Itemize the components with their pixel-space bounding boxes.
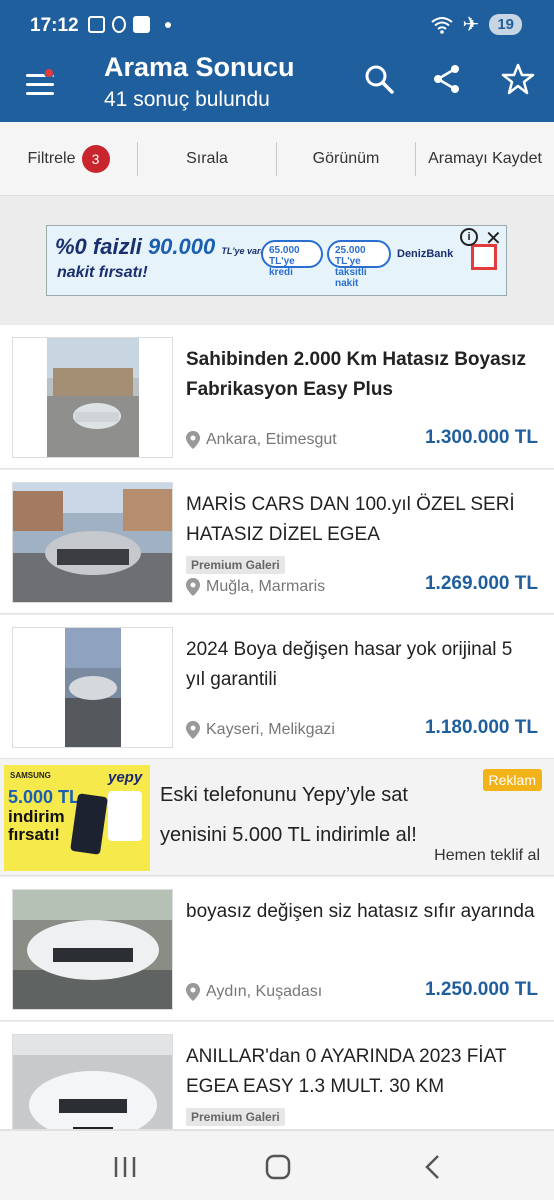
listing-location-text: Aydın, Kuşadası [206, 983, 323, 1000]
listing-title: 2024 Boya değişen hasar yok orijinal 5 y… [186, 639, 513, 690]
status-time: 17:12 [30, 15, 79, 36]
view-button[interactable]: Görünüm [277, 122, 415, 196]
promo-image: SAMSUNG yepy 5.000 TL indirim fırsatı! [4, 765, 150, 871]
dot-icon [165, 21, 171, 28]
listing-price: 1.180.000 TL [424, 717, 538, 738]
listing-price: 1.300.000 TL [424, 427, 538, 448]
filter-label: Filtrele [27, 150, 76, 167]
page-title: Arama Sonucu [104, 52, 295, 82]
star-icon[interactable] [501, 62, 535, 96]
save-search-button[interactable]: Aramayı Kaydet [416, 122, 554, 196]
recent-apps-icon[interactable] [110, 1153, 140, 1181]
notification-dot-icon [44, 68, 54, 78]
car-photo-icon [47, 338, 139, 457]
airplane-icon: ✈ [462, 13, 480, 36]
wifi-icon [430, 16, 453, 34]
listing-title: Sahibinden 2.000 Km Hatasız Boyasız Fabr… [186, 349, 527, 400]
battery-indicator: 19 [489, 14, 522, 35]
listing-item[interactable]: 2024 Boya değişen hasar yok orijinal 5 y… [0, 615, 554, 759]
home-icon[interactable] [263, 1153, 293, 1181]
status-notification-icons [88, 16, 171, 33]
listing-item[interactable]: MARİS CARS DAN 100.yıl ÖZEL SERİ HATASIZ… [0, 470, 554, 614]
listing-item[interactable]: boyasız değişen siz hatasız sıfır ayarın… [0, 877, 554, 1021]
listing-location-text: Kayseri, Melikgazi [206, 721, 335, 738]
listing-thumbnail [12, 627, 173, 748]
save-search-label: Aramayı Kaydet [428, 150, 542, 167]
listing-title: ANILLAR'dan 0 AYARINDA 2023 FİAT EGEA EA… [186, 1046, 507, 1097]
premium-badge: Premium Galeri [186, 556, 285, 574]
screenshot-icon [88, 16, 105, 33]
listing-thumbnail [12, 337, 173, 458]
listing-price: 1.250.000 TL [424, 979, 538, 1000]
info-icon[interactable]: i [460, 228, 478, 246]
promo-brand: SAMSUNG [10, 771, 51, 780]
share-icon[interactable] [430, 62, 464, 96]
search-icon[interactable] [362, 62, 396, 96]
location-pin-icon [186, 578, 200, 596]
filter-bar: Filtrele 3 Sırala Görünüm Aramayı Kaydet [0, 122, 554, 196]
opera-icon [112, 16, 126, 33]
ad-prefix: %0 faizli [55, 234, 142, 259]
car-photo-icon [13, 890, 172, 1009]
ad-pill-cash: 25.000 TL'ye taksitli nakit [327, 240, 391, 289]
promo-amount: 5.000 TL [8, 787, 81, 807]
listing-location: Muğla, Marmaris [186, 578, 325, 596]
listing-title: MARİS CARS DAN 100.yıl ÖZEL SERİ HATASIZ… [186, 494, 515, 545]
location-pin-icon [186, 431, 200, 449]
app-header: 17:12 ✈ 19 Arama Sonucu 41 sonuç bulundu [0, 0, 554, 122]
listing-title: boyasız değişen siz hatasız sıfır ayarın… [186, 901, 535, 922]
ad-amount: 90.000 [147, 234, 216, 259]
ad-banner[interactable]: %0 faizli 90.000 TL'ye varan nakit fırsa… [46, 225, 507, 296]
close-icon[interactable]: ✕ [485, 226, 502, 251]
location-pin-icon [186, 721, 200, 739]
ad-subline: nakit fırsatı! [57, 264, 148, 281]
check-icon [133, 16, 150, 33]
listing-location-text: Ankara, Etimesgut [206, 431, 337, 448]
car-photo-icon [65, 628, 121, 747]
location-pin-icon [186, 983, 200, 1001]
view-label: Görünüm [312, 150, 380, 167]
ad-bank-name: DenizBank [397, 248, 454, 260]
sponsored-item[interactable]: SAMSUNG yepy 5.000 TL indirim fırsatı! E… [0, 759, 554, 876]
listing-location: Aydın, Kuşadası [186, 983, 322, 1001]
filter-button[interactable]: Filtrele 3 [0, 122, 137, 196]
listing-price: 1.269.000 TL [424, 573, 538, 594]
system-nav-bar [0, 1130, 554, 1200]
car-photo-icon [13, 1035, 172, 1129]
listing-thumbnail [12, 889, 173, 1010]
ad-headline: %0 faizli 90.000 TL'ye varan [55, 234, 271, 260]
result-count: 41 sonuç bulundu [104, 88, 270, 111]
status-bar: 17:12 ✈ 19 [0, 0, 554, 52]
back-icon[interactable] [418, 1153, 448, 1181]
premium-badge: Premium Galeri [186, 1108, 285, 1126]
promo-text: Eski telefonunu Yepy’yle sat yenisini 5.… [160, 784, 417, 846]
listing-item[interactable]: ANILLAR'dan 0 AYARINDA 2023 FİAT EGEA EA… [0, 1022, 554, 1130]
phone-icon [70, 793, 108, 855]
promo-cta[interactable]: Hemen teklif al [434, 847, 540, 865]
listing-location: Kayseri, Melikgazi [186, 721, 335, 739]
listing-location-text: Muğla, Marmaris [206, 578, 326, 595]
listing-location: Ankara, Etimesgut [186, 431, 337, 449]
ad-pill-credit: 65.000 TL'ye kredi [261, 240, 323, 278]
listing-thumbnail [12, 1034, 173, 1129]
ad-tag: Reklam [482, 769, 542, 791]
phone-screen-icon [108, 791, 142, 841]
promo-logo: yepy [108, 769, 143, 786]
promo-line2: indirim [8, 807, 65, 826]
promo-line3: fırsatı! [8, 825, 60, 844]
listing-thumbnail [12, 482, 173, 603]
menu-icon[interactable] [26, 68, 56, 98]
listing-item[interactable]: Sahibinden 2.000 Km Hatasız Boyasız Fabr… [0, 325, 554, 469]
sort-label: Sırala [186, 150, 228, 167]
sort-button[interactable]: Sırala [138, 122, 276, 196]
filter-count-badge: 3 [81, 145, 110, 173]
car-photo-icon [13, 483, 172, 602]
